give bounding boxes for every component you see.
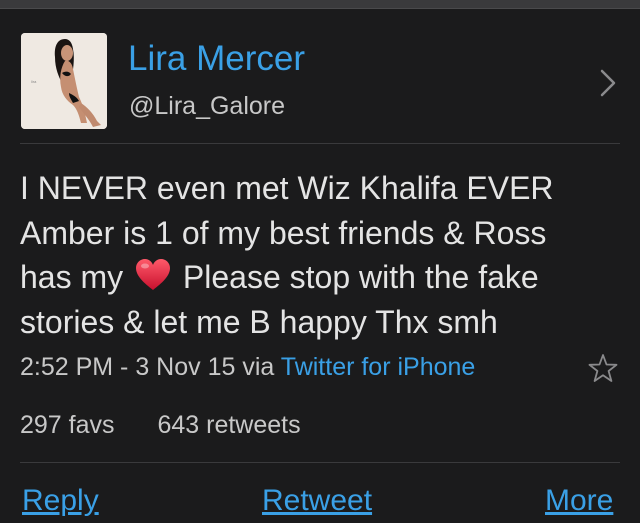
profile-handle: @Lira_Galore	[129, 92, 286, 120]
tweet-body: I NEVER even met Wiz Khalifa EVER Amber …	[20, 166, 625, 344]
avatar[interactable]: lira	[21, 33, 107, 129]
profile-header[interactable]: lira Lira Mercer @Lira_Galore	[0, 9, 640, 144]
tweet-meta: 2:52 PM - 3 Nov 15 via Twitter for iPhon…	[20, 353, 475, 382]
tweet-line: Amber is 1 of my best friends & Ross	[20, 214, 547, 251]
tweet-timestamp: 2:52 PM - 3 Nov 15 via	[20, 353, 275, 381]
divider	[20, 462, 620, 463]
profile-photo-icon: lira	[21, 33, 107, 129]
chevron-right-icon[interactable]	[596, 65, 622, 101]
red-heart-icon	[136, 259, 171, 290]
tweet-line: stories & let me B happy Thx smh	[20, 303, 498, 340]
favs-count[interactable]: 297 favs	[20, 411, 115, 439]
top-separator-bar	[0, 0, 640, 9]
more-button[interactable]: More	[545, 484, 613, 518]
tweet-source-link[interactable]: Twitter for iPhone	[281, 353, 476, 381]
retweet-button[interactable]: Retweet	[262, 484, 372, 518]
tweet-text-fragment: has my	[20, 259, 124, 295]
retweets-count[interactable]: 643 retweets	[157, 411, 300, 439]
tweet-line: I NEVER even met Wiz Khalifa EVER	[20, 170, 554, 206]
favorite-star-icon[interactable]	[586, 352, 620, 386]
tweet-text-fragment: Please stop with the fake	[182, 259, 539, 295]
profile-name[interactable]: Lira Mercer	[128, 39, 305, 79]
svg-text:lira: lira	[31, 79, 37, 84]
tweet-stats: 297 favs 643 retweets	[20, 411, 337, 440]
tweet-line: has my Please stop with the fake	[20, 255, 625, 300]
reply-button[interactable]: Reply	[22, 484, 99, 518]
divider	[20, 143, 620, 144]
